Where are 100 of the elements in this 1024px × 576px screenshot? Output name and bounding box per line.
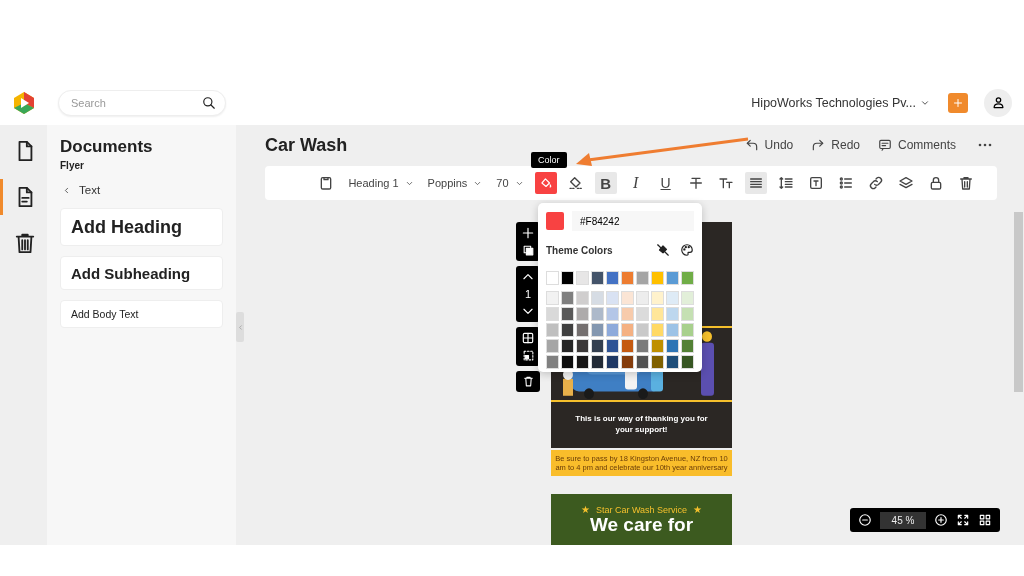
color-swatch[interactable]	[591, 339, 604, 353]
color-swatch[interactable]	[636, 307, 649, 321]
color-button[interactable]	[534, 172, 557, 194]
color-swatch[interactable]	[621, 307, 634, 321]
color-swatch[interactable]	[651, 355, 664, 369]
text-option[interactable]: Add Body Text	[60, 300, 223, 328]
more-button[interactable]	[978, 143, 992, 147]
color-swatch[interactable]	[651, 323, 664, 337]
color-swatch[interactable]	[561, 291, 574, 305]
color-swatch[interactable]	[636, 291, 649, 305]
zoom-out-button[interactable]	[858, 513, 872, 527]
color-swatch[interactable]	[666, 271, 679, 285]
palette-button[interactable]	[680, 243, 694, 257]
color-swatch[interactable]	[546, 307, 559, 321]
color-swatch[interactable]	[666, 355, 679, 369]
grid-icon	[521, 331, 535, 345]
color-swatch[interactable]	[666, 307, 679, 321]
color-swatch[interactable]	[546, 339, 559, 353]
scrollbar-thumb[interactable]	[1013, 212, 1023, 392]
color-swatch[interactable]	[681, 307, 694, 321]
avatar-button[interactable]	[984, 88, 1012, 117]
color-swatch[interactable]	[621, 291, 634, 305]
italic-button[interactable]: I	[624, 172, 647, 194]
hex-input[interactable]: #F84242	[572, 211, 694, 231]
grid-view-button[interactable]	[978, 513, 992, 527]
redo-icon	[811, 138, 826, 152]
duplicate-button[interactable]	[521, 244, 535, 257]
comments-button[interactable]: Comments	[878, 138, 956, 152]
color-swatch[interactable]	[666, 291, 679, 305]
color-swatch[interactable]	[681, 323, 694, 337]
trash-icon	[521, 375, 535, 388]
add-button[interactable]	[948, 92, 968, 113]
search-field[interactable]: Search	[58, 89, 226, 116]
color-swatch[interactable]	[591, 291, 604, 305]
no-color-button[interactable]	[656, 243, 670, 257]
color-swatch[interactable]	[591, 323, 604, 337]
text-option[interactable]: Add Heading	[60, 208, 223, 246]
color-swatch[interactable]	[666, 323, 679, 337]
color-swatch[interactable]	[621, 271, 634, 285]
select-button[interactable]	[521, 349, 535, 362]
color-swatch[interactable]	[606, 307, 619, 321]
collapse-handle[interactable]	[236, 312, 244, 342]
page-number: 1	[524, 288, 532, 300]
color-swatch[interactable]	[546, 323, 559, 337]
zoom-field[interactable]: 45 %	[880, 511, 926, 529]
color-swatch[interactable]	[591, 355, 604, 369]
text-option[interactable]: Add Subheading	[60, 256, 223, 290]
color-swatch[interactable]	[636, 355, 649, 369]
color-swatch[interactable]	[681, 271, 694, 285]
color-swatch[interactable]	[591, 271, 604, 285]
color-swatch[interactable]	[606, 323, 619, 337]
color-swatch[interactable]	[576, 307, 589, 321]
color-swatch[interactable]	[561, 323, 574, 337]
fit-screen-button[interactable]	[956, 513, 970, 527]
color-swatch[interactable]	[606, 291, 619, 305]
color-swatch[interactable]	[561, 307, 574, 321]
back-link[interactable]: Text	[62, 184, 101, 196]
add-page-button[interactable]	[521, 226, 535, 240]
color-swatch[interactable]	[681, 355, 694, 369]
color-swatch[interactable]	[651, 339, 664, 353]
color-swatch[interactable]	[651, 307, 664, 321]
color-swatch[interactable]	[546, 291, 559, 305]
color-swatch[interactable]	[561, 339, 574, 353]
color-swatch[interactable]	[681, 339, 694, 353]
color-swatch[interactable]	[681, 291, 694, 305]
color-swatch[interactable]	[621, 339, 634, 353]
color-swatch[interactable]	[606, 355, 619, 369]
color-swatch[interactable]	[576, 291, 589, 305]
company-name[interactable]: HipoWorks Technologies Pv...	[751, 95, 916, 110]
toolbar-button[interactable]	[744, 172, 767, 194]
color-swatch[interactable]	[561, 271, 574, 285]
zoom-in-button[interactable]	[934, 513, 948, 527]
color-swatch[interactable]	[621, 355, 634, 369]
undo-button[interactable]: Undo	[744, 138, 794, 152]
redo-button[interactable]: Redo	[811, 138, 860, 152]
bold-button[interactable]: B	[594, 172, 617, 194]
color-swatch[interactable]	[621, 323, 634, 337]
color-swatch[interactable]	[576, 355, 589, 369]
color-swatch[interactable]	[606, 271, 619, 285]
color-swatch[interactable]	[591, 307, 604, 321]
color-swatch[interactable]	[576, 323, 589, 337]
undo-icon	[744, 138, 759, 152]
dropdown[interactable]: Poppins	[424, 172, 486, 194]
color-swatch[interactable]	[546, 355, 559, 369]
color-swatch[interactable]	[651, 271, 664, 285]
color-swatch[interactable]	[636, 323, 649, 337]
color-swatch[interactable]	[561, 355, 574, 369]
dropdown[interactable]: 70	[493, 172, 527, 194]
grid-button[interactable]	[521, 331, 535, 345]
underline-button[interactable]: U	[654, 172, 677, 194]
color-swatch[interactable]	[636, 339, 649, 353]
delete-page-button[interactable]	[516, 371, 540, 392]
color-swatch[interactable]	[666, 339, 679, 353]
dropdown[interactable]: Heading 1	[345, 172, 417, 194]
color-swatch[interactable]	[636, 271, 649, 285]
color-swatch[interactable]	[546, 271, 559, 285]
color-swatch[interactable]	[576, 271, 589, 285]
color-swatch[interactable]	[651, 291, 664, 305]
color-swatch[interactable]	[576, 339, 589, 353]
color-swatch[interactable]	[606, 339, 619, 353]
